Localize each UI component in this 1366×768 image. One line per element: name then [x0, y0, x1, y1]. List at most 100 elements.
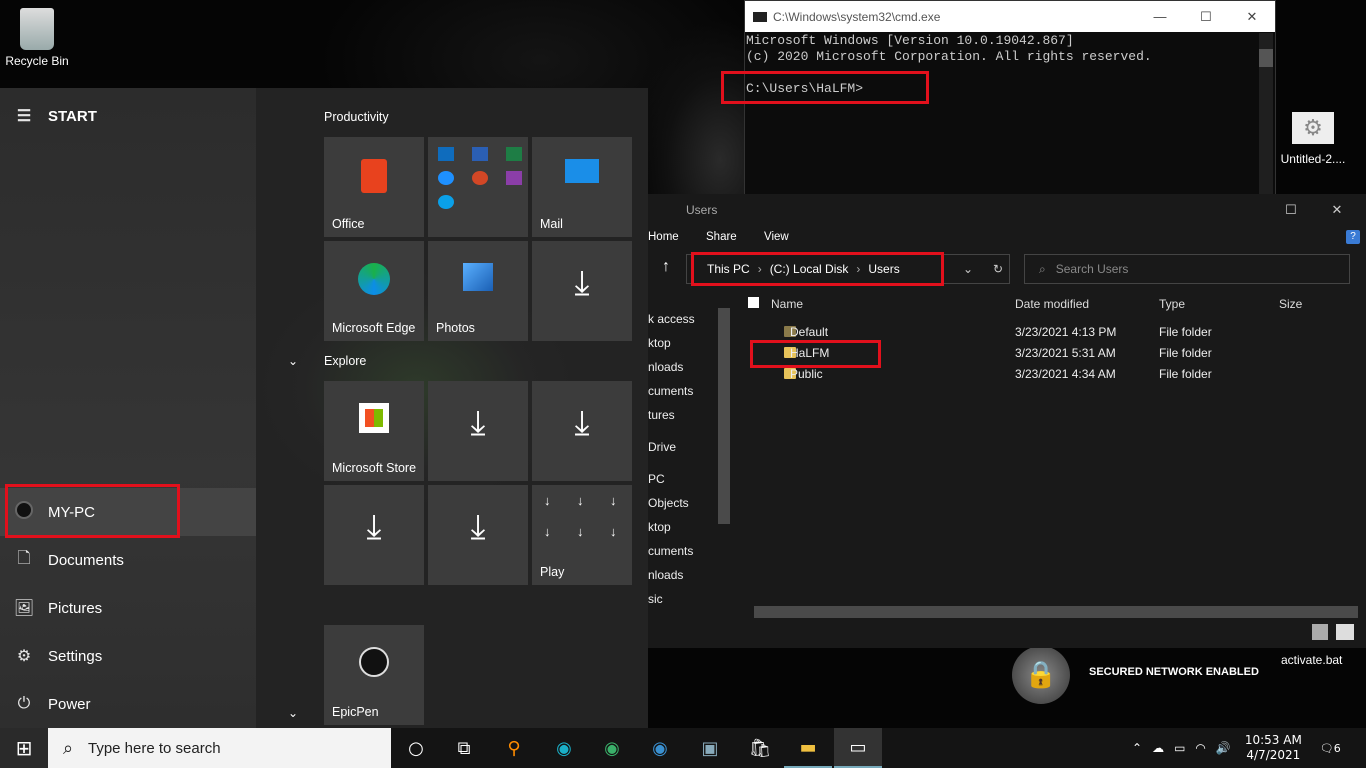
explorer-search-input[interactable]: ⌕ Search Users [1024, 254, 1350, 284]
tile-office-apps[interactable] [428, 137, 528, 237]
start-header[interactable]: ☰ START [0, 92, 256, 140]
taskbar: ⊞ ⌕ Type here to search ○ ⧉ ⚲ ◉ ◉ ◉ ▣ 🛍 … [0, 728, 1366, 768]
nav-item[interactable]: ktop [648, 336, 671, 350]
download-icon: ⤓ [574, 404, 590, 442]
select-all-checkbox[interactable] [748, 297, 759, 308]
edge-icon [324, 263, 424, 298]
collapse-icon[interactable]: ⌄ [288, 706, 298, 720]
taskbar-search-input[interactable]: ⌕ Type here to search [48, 728, 391, 768]
nav-item[interactable]: Objects [648, 496, 689, 510]
recycle-bin[interactable]: Recycle Bin [4, 8, 70, 68]
tab-home[interactable]: Home [648, 231, 679, 243]
horizontal-scrollbar[interactable] [754, 606, 1358, 618]
untitled-file[interactable]: ⚙ Untitled-2.... [1276, 112, 1350, 166]
hamburger-icon[interactable]: ☰ [0, 106, 48, 126]
col-size[interactable]: Size [1279, 297, 1302, 311]
col-type[interactable]: Type [1159, 297, 1185, 311]
ribbon-tabs: Home Share View ? [648, 223, 1366, 251]
cortana-icon[interactable]: ○ [392, 728, 440, 768]
explorer-close-button[interactable]: ✕ [1314, 194, 1360, 225]
download-icon: ⤓ [366, 508, 382, 546]
volume-icon[interactable]: 🔊 [1216, 741, 1231, 755]
highlight-address [691, 252, 944, 286]
picture-icon: 🖼 [13, 600, 35, 617]
collapse-icon[interactable]: ⌄ [288, 354, 298, 368]
power-icon: ⏻ [17, 695, 31, 712]
windows-start-button[interactable]: ⊞ [0, 728, 48, 768]
nav-item[interactable]: nloads [648, 360, 683, 374]
tile-play[interactable]: ↓ ↓ ↓ ↓ ↓ ↓ Play [532, 485, 632, 585]
up-arrow-icon[interactable]: ↑ [662, 258, 670, 276]
start-rail: ☰ START MY-PC 🗋 Documents 🖼 Pictures ⚙ Setti… [0, 88, 256, 728]
tile-mail[interactable]: Mail [532, 137, 632, 237]
explorer-title: Users [686, 203, 718, 217]
nav-item[interactable]: cuments [648, 544, 693, 558]
gear-icon: ⚙ [16, 648, 32, 665]
office-apps-icons [438, 147, 522, 209]
download-icon: ⤓ [470, 404, 486, 442]
settings-item[interactable]: ⚙ Settings [0, 632, 256, 680]
tile-download[interactable]: ⤓ [428, 485, 528, 585]
edge-beta-icon[interactable]: ◉ [588, 728, 636, 768]
col-date[interactable]: Date modified [1015, 297, 1089, 311]
tile-office[interactable]: Office [324, 137, 424, 237]
activate-label[interactable]: activate.bat [1281, 653, 1342, 667]
highlight-halfm [750, 340, 881, 368]
documents-item[interactable]: 🗋 Documents [0, 536, 256, 584]
task-view-icon[interactable]: ⧉ [440, 728, 488, 768]
search-icon: ⌕ [62, 737, 74, 758]
minimize-button[interactable]: — [1137, 1, 1183, 32]
tiles-view-icon[interactable] [1336, 624, 1354, 640]
nav-item[interactable]: sic [648, 592, 663, 606]
nav-item[interactable]: nloads [648, 568, 683, 582]
explorer-maximize-button[interactable]: ☐ [1268, 194, 1314, 225]
file-explorer-icon[interactable]: ▬ [784, 728, 832, 768]
search-app-icon[interactable]: ⚲ [490, 728, 538, 768]
details-view-icon[interactable] [1312, 624, 1328, 640]
edge-icon[interactable]: ◉ [540, 728, 588, 768]
cmd-icon [753, 11, 767, 22]
tile-download[interactable]: ⤓ [324, 485, 424, 585]
cmd-titlebar[interactable]: C:\Windows\system32\cmd.exe — ☐ ✕ [745, 1, 1275, 32]
nav-scrollbar[interactable] [718, 308, 730, 524]
tile-epicpen[interactable]: EpicPen [324, 625, 424, 725]
maximize-button[interactable]: ☐ [1183, 1, 1229, 32]
edge-dev-icon[interactable]: ◉ [636, 728, 684, 768]
nav-item[interactable]: cuments [648, 384, 693, 398]
battery-icon[interactable]: ▭ [1174, 741, 1185, 755]
help-icon[interactable]: ? [1346, 230, 1360, 244]
document-icon: 🗋 [17, 549, 31, 567]
pictures-item[interactable]: 🖼 Pictures [0, 584, 256, 632]
tile-download[interactable]: ⤓ [532, 381, 632, 481]
tile-download[interactable]: ⤓ [428, 381, 528, 481]
power-item[interactable]: ⏻ Power [0, 680, 256, 728]
tile-edge[interactable]: Microsoft Edge [324, 241, 424, 341]
tab-view[interactable]: View [764, 231, 789, 243]
close-button[interactable]: ✕ [1229, 1, 1275, 32]
notification-icon[interactable]: 🗨6 [1320, 742, 1341, 755]
store-icon[interactable]: 🛍 [736, 728, 784, 768]
system-tray: ⌃ ☁ ▭ ◠ 🔊 10:53 AM 4/7/2021 🗨6 [1132, 728, 1362, 768]
cmd-icon[interactable]: ▭ [834, 728, 882, 768]
tab-share[interactable]: Share [706, 231, 737, 243]
wifi-icon[interactable]: ◠ [1195, 741, 1205, 755]
remote-desktop-icon[interactable]: ▣ [686, 728, 734, 768]
chevron-up-icon[interactable]: ⌃ [1132, 741, 1142, 755]
chevron-down-icon[interactable]: ⌄ [963, 262, 973, 276]
group-explore[interactable]: Explore [324, 354, 366, 368]
recycle-bin-icon [20, 8, 54, 50]
nav-item[interactable]: Drive [648, 440, 676, 454]
group-productivity[interactable]: Productivity [324, 110, 389, 124]
secured-label: SECURED NETWORK ENABLED [1089, 666, 1259, 678]
cloud-icon[interactable]: ☁ [1152, 741, 1164, 755]
refresh-icon[interactable]: ↻ [993, 262, 1003, 276]
nav-item[interactable]: PC [648, 472, 665, 486]
tile-photos[interactable]: Photos [428, 241, 528, 341]
nav-item[interactable]: k access [648, 312, 695, 326]
col-name[interactable]: Name [771, 297, 803, 311]
tile-download[interactable]: ⤓ [532, 241, 632, 341]
nav-item[interactable]: ktop [648, 520, 671, 534]
clock[interactable]: 10:53 AM 4/7/2021 [1245, 733, 1302, 763]
nav-item[interactable]: tures [648, 408, 675, 422]
tile-store[interactable]: Microsoft Store [324, 381, 424, 481]
